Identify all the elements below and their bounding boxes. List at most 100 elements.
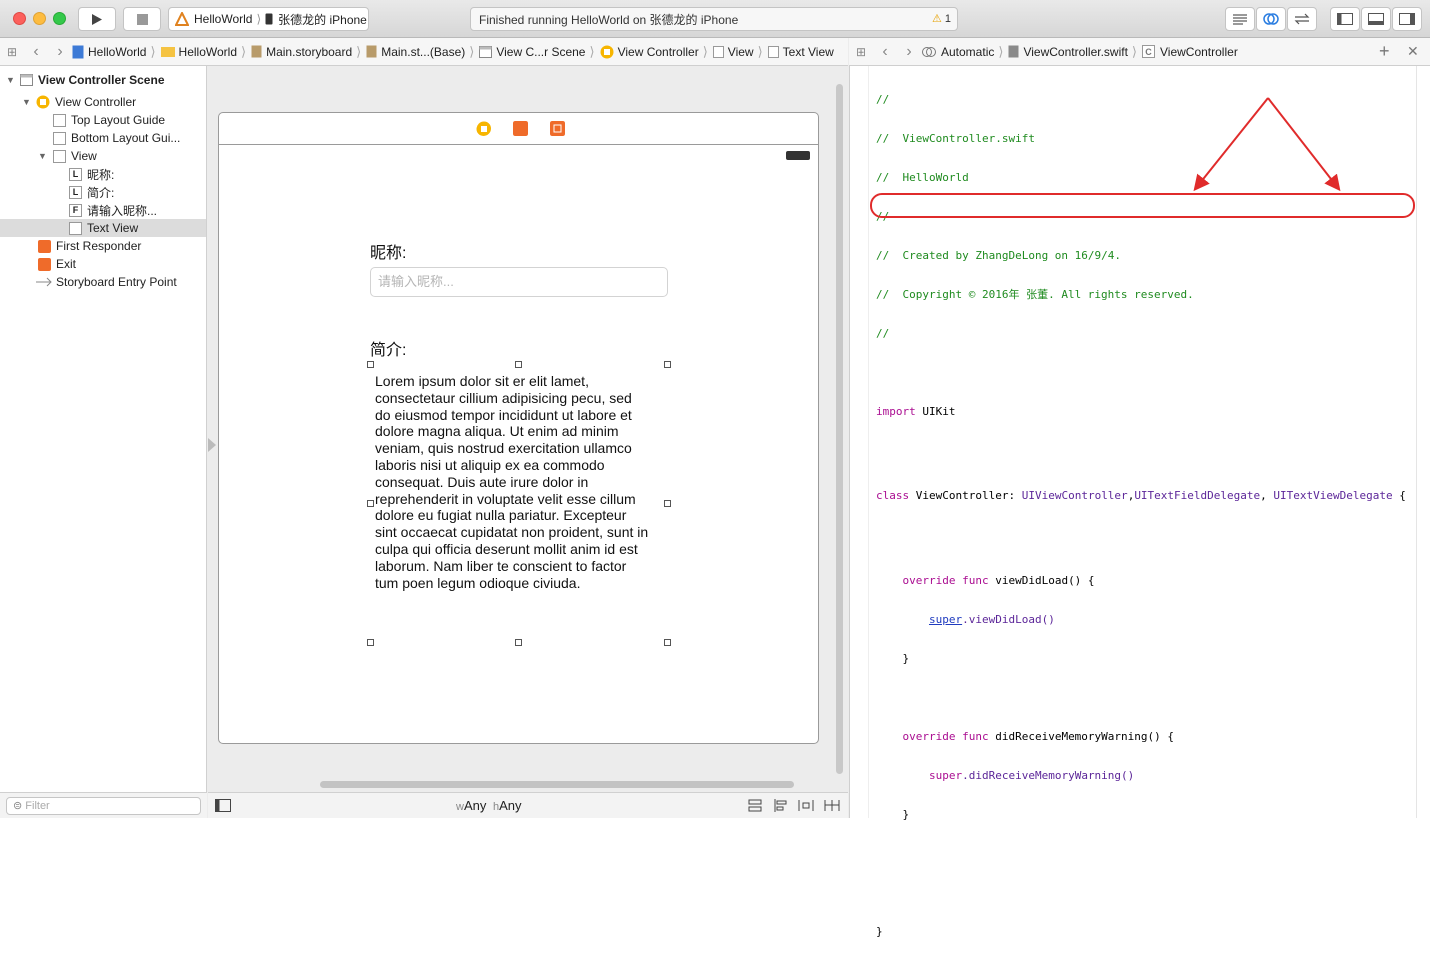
jump-bar-label: View [727,44,754,59]
show-outline-icon[interactable] [215,799,231,812]
warning-icon: ⚠ [931,13,942,25]
text-field-icon: F [69,203,82,217]
minimize-window-button[interactable] [33,12,46,25]
back-arrow-icon[interactable]: ‹ [873,43,897,61]
close-window-button[interactable] [13,12,26,25]
vertical-scrollbar[interactable] [836,84,843,774]
horizontal-scrollbar[interactable] [320,781,794,788]
outline-row-scene[interactable]: ▼ View Controller Scene [0,71,206,89]
resize-handle[interactable] [367,500,374,507]
outline-row-view-controller[interactable]: ▼ View Controller [0,93,206,111]
nickname-label[interactable]: 昵称: [370,239,406,263]
intro-label[interactable]: 简介: [370,336,406,360]
text-view-icon [767,45,779,58]
jump-bar-item-storyboard[interactable]: Main.storyboard ⟩ [251,44,366,60]
label-icon: L [69,167,82,181]
intro-text-view[interactable]: Lorem ipsum dolor sit er elit lamet, cons… [370,364,668,644]
jump-bar-item-view[interactable]: View ⟩ [712,44,768,60]
outline-row-text-view[interactable]: Text View [0,219,206,237]
view-icon [53,149,66,163]
outline-row-bottom-layout-guide[interactable]: Bottom Layout Gui... [0,129,206,147]
chevron-icon: ⟩ [589,43,595,59]
align-icon[interactable] [774,799,788,812]
scheme-selector[interactable]: HelloWorld ⟩ 张德龙的 iPhone [168,7,369,31]
text-view-line: veniam, quis nostrud exercitation ullamc… [375,440,632,457]
resize-handle[interactable] [664,639,671,646]
close-brace-line: } [876,925,883,938]
outline-row-view[interactable]: ▼ View [0,147,206,165]
forward-arrow-icon[interactable]: › [897,43,921,61]
toggle-utilities-button[interactable] [1392,7,1422,31]
outline-row-label-nickname[interactable]: L 昵称: [0,165,206,183]
size-class-selector[interactable]: wAny hAny [456,798,522,813]
toolbar: HelloWorld ⟩ 张德龙的 iPhone Finished runnin… [0,0,1430,38]
jump-bar-item-automatic[interactable]: Automatic ⟩ [921,44,1008,60]
jump-bar-item-view-controller[interactable]: View Controller ⟩ [600,44,713,60]
close-brace-line: } [876,808,910,821]
outline-row-top-layout-guide[interactable]: Top Layout Guide [0,111,206,129]
jump-bar-item-text-view[interactable]: Text View [767,45,834,59]
outline-row-label-intro[interactable]: L 简介: [0,183,206,201]
assistant-editor-icon [1263,13,1279,25]
resize-handle[interactable] [515,639,522,646]
view-controller-icon [36,95,50,109]
text-view-line: consectetaur cillium adipisicing pecu, s… [375,389,632,406]
back-arrow-icon[interactable]: ‹ [24,43,48,61]
filter-input[interactable]: ⊜ Filter [6,797,201,815]
close-editor-icon[interactable]: ✕ [1407,43,1419,60]
related-items-icon[interactable]: ⊞ [0,45,24,59]
entry-arrow-icon [36,277,52,287]
disclosure-triangle-icon[interactable]: ▼ [22,97,32,107]
view-controller-scene[interactable]: 昵称: 请输入昵称... 简介: Lorem ipsum dolor sit e… [218,112,819,744]
resize-handle[interactable] [367,361,374,368]
jump-bar-item-group[interactable]: HelloWorld ⟩ [160,44,252,60]
nickname-text-field[interactable]: 请输入昵称... [370,267,668,297]
jump-bar-item-swift-file[interactable]: ViewController.swift ⟩ [1008,44,1142,60]
storyboard-canvas[interactable]: 昵称: 请输入昵称... 简介: Lorem ipsum dolor sit e… [208,66,848,792]
disclosure-triangle-icon[interactable]: ▼ [38,151,48,161]
version-editor-button[interactable] [1287,7,1317,31]
outline-label: 简介: [87,185,115,200]
view-controller-icon [600,45,614,58]
outline-row-text-field[interactable]: F 请输入昵称... [0,201,206,219]
document-outline: ▼ View Controller Scene ▼ View Controlle… [0,66,207,792]
pin-icon[interactable] [798,799,814,812]
resize-handle[interactable] [515,361,522,368]
stack-icon[interactable] [748,799,762,812]
disclosure-triangle-icon[interactable]: ▼ [6,75,16,85]
toggle-navigator-button[interactable] [1330,7,1360,31]
resolve-issues-icon[interactable] [824,799,840,812]
warning-badge[interactable]: ⚠ 1 [932,12,951,25]
outline-row-entry-point[interactable]: Storyboard Entry Point [0,273,206,291]
stop-button[interactable] [123,7,161,31]
stop-icon [136,13,148,25]
first-responder-icon[interactable] [513,121,528,136]
forward-arrow-icon[interactable]: › [48,43,72,61]
jump-bar-item-storyboard-base[interactable]: Main.st...(Base) ⟩ [366,44,479,60]
standard-editor-button[interactable] [1225,7,1255,31]
keyword: class [876,489,910,502]
method-line: override func viewDidLoad() { [876,574,1406,587]
zoom-window-button[interactable] [53,12,66,25]
assistant-editor-button[interactable] [1256,7,1286,31]
outline-row-exit[interactable]: Exit [0,255,206,273]
navigator-panel-icon [1337,13,1353,25]
outline-label: View [71,149,97,163]
view-controller-icon[interactable] [476,121,491,136]
exit-icon[interactable] [550,121,565,136]
storyboard-jump-bar: ⊞ ‹ › HelloWorld ⟩ HelloWorld ⟩ Main.story… [0,38,848,66]
chevron-icon: ⟩ [1131,43,1137,59]
toggle-debug-area-button[interactable] [1361,7,1391,31]
resize-handle[interactable] [664,361,671,368]
add-editor-icon[interactable]: + [1379,41,1390,62]
filter-placeholder: Filter [25,800,50,812]
outline-row-first-responder[interactable]: First Responder [0,237,206,255]
jump-bar-item-project[interactable]: HelloWorld ⟩ [72,44,161,60]
run-button[interactable] [78,7,116,31]
resize-handle[interactable] [367,639,374,646]
resize-handle[interactable] [664,500,671,507]
jump-bar-item-class[interactable]: C ViewController [1142,45,1238,59]
related-items-icon[interactable]: ⊞ [849,45,873,59]
jump-bar-item-scene[interactable]: View C...r Scene ⟩ [479,44,599,60]
